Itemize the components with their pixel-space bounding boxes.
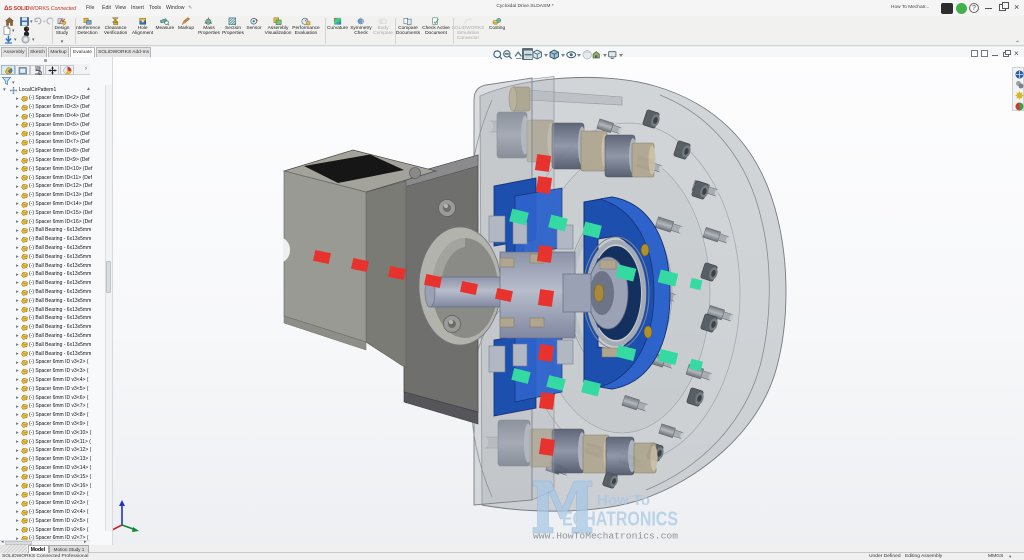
svg-text:How To: How To <box>597 493 650 509</box>
svg-text:ECHATRONICS: ECHATRONICS <box>562 509 678 531</box>
svg-text:www.HowToMechatronics.com: www.HowToMechatronics.com <box>533 532 678 542</box>
